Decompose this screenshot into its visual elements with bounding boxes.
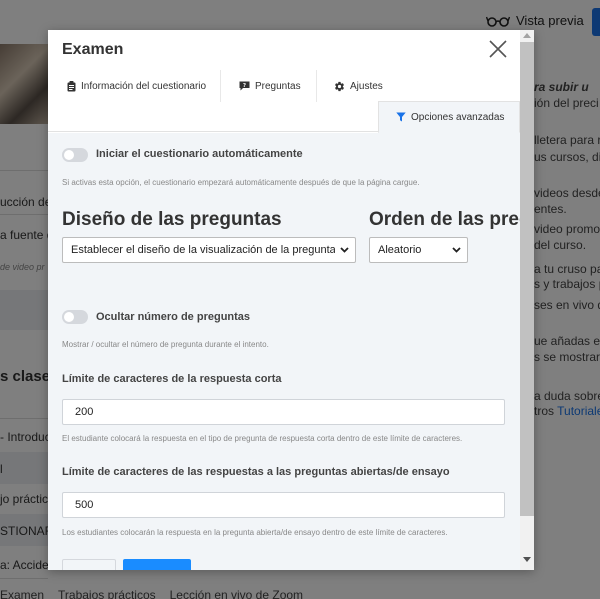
auto-start-help: Si activas esta opción, el cuestionario … <box>62 178 420 187</box>
svg-text:?: ? <box>243 83 246 89</box>
tab-quiz-info[interactable]: Información del cuestionario <box>55 70 221 102</box>
scrollbar-thumb[interactable] <box>520 42 534 516</box>
auto-start-label: Iniciar el cuestionario automáticamente <box>96 148 303 160</box>
auto-start-toggle[interactable] <box>62 148 88 162</box>
clipboard-icon <box>67 80 76 91</box>
modal-tabs: Información del cuestionario ? Preguntas… <box>48 70 520 133</box>
close-button[interactable] <box>487 38 509 60</box>
question-chat-icon: ? <box>239 81 250 91</box>
tab-label: Información del cuestionario <box>81 80 207 92</box>
design-select[interactable]: Establecer el diseño de la visualización… <box>62 237 356 263</box>
tab-label: Opciones avanzadas <box>411 111 505 123</box>
back-button[interactable]: Atrás <box>62 559 116 570</box>
design-section-title: Diseño de las preguntas <box>62 209 282 230</box>
hide-number-help: Mostrar / ocultar el número de pregunta … <box>62 340 269 349</box>
tab-advanced-options[interactable]: Opciones avanzadas <box>378 101 520 133</box>
short-limit-help: El estudiante colocará la respuesta en e… <box>62 434 463 443</box>
order-title-clip: Orden de las preguntas <box>369 207 520 235</box>
hide-number-label: Ocultar número de preguntas <box>96 311 251 323</box>
chevron-down-icon <box>452 247 461 253</box>
modal-title: Examen <box>62 41 124 58</box>
scroll-down-arrow-icon[interactable] <box>523 557 531 562</box>
order-select-value: Aleatorio <box>378 244 422 256</box>
hide-number-toggle[interactable] <box>62 310 88 324</box>
gear-icon <box>335 81 344 91</box>
design-select-value: Establecer el diseño de la visualización… <box>71 244 335 256</box>
advanced-options-panel: Iniciar el cuestionario automáticamente … <box>48 133 520 570</box>
short-limit-label: Límite de caracteres de la respuesta cor… <box>62 373 282 385</box>
open-limit-help: Los estudiantes colocarán la respuesta e… <box>62 528 448 537</box>
tab-questions[interactable]: ? Preguntas <box>227 70 317 102</box>
filter-icon <box>396 112 406 122</box>
order-select[interactable]: Aleatorio <box>369 237 468 263</box>
chevron-down-icon <box>340 247 349 253</box>
tab-settings[interactable]: Ajustes <box>322 70 412 102</box>
tab-label: Preguntas <box>255 80 301 92</box>
modal-header: Examen <box>48 30 534 70</box>
scroll-up-arrow-icon[interactable] <box>523 33 531 38</box>
close-icon <box>489 40 507 58</box>
order-section-title: Orden de las preguntas <box>369 209 520 230</box>
quiz-modal: Examen Información del cuestionario ? Pr… <box>48 30 534 570</box>
tab-label: Ajustes <box>350 80 383 92</box>
short-limit-input[interactable] <box>62 399 505 425</box>
save-button[interactable]: Guardar <box>123 559 191 570</box>
open-limit-input[interactable] <box>62 492 505 518</box>
open-limit-label: Límite de caracteres de las respuestas a… <box>62 466 450 478</box>
modal-scrollbar[interactable] <box>520 30 534 570</box>
